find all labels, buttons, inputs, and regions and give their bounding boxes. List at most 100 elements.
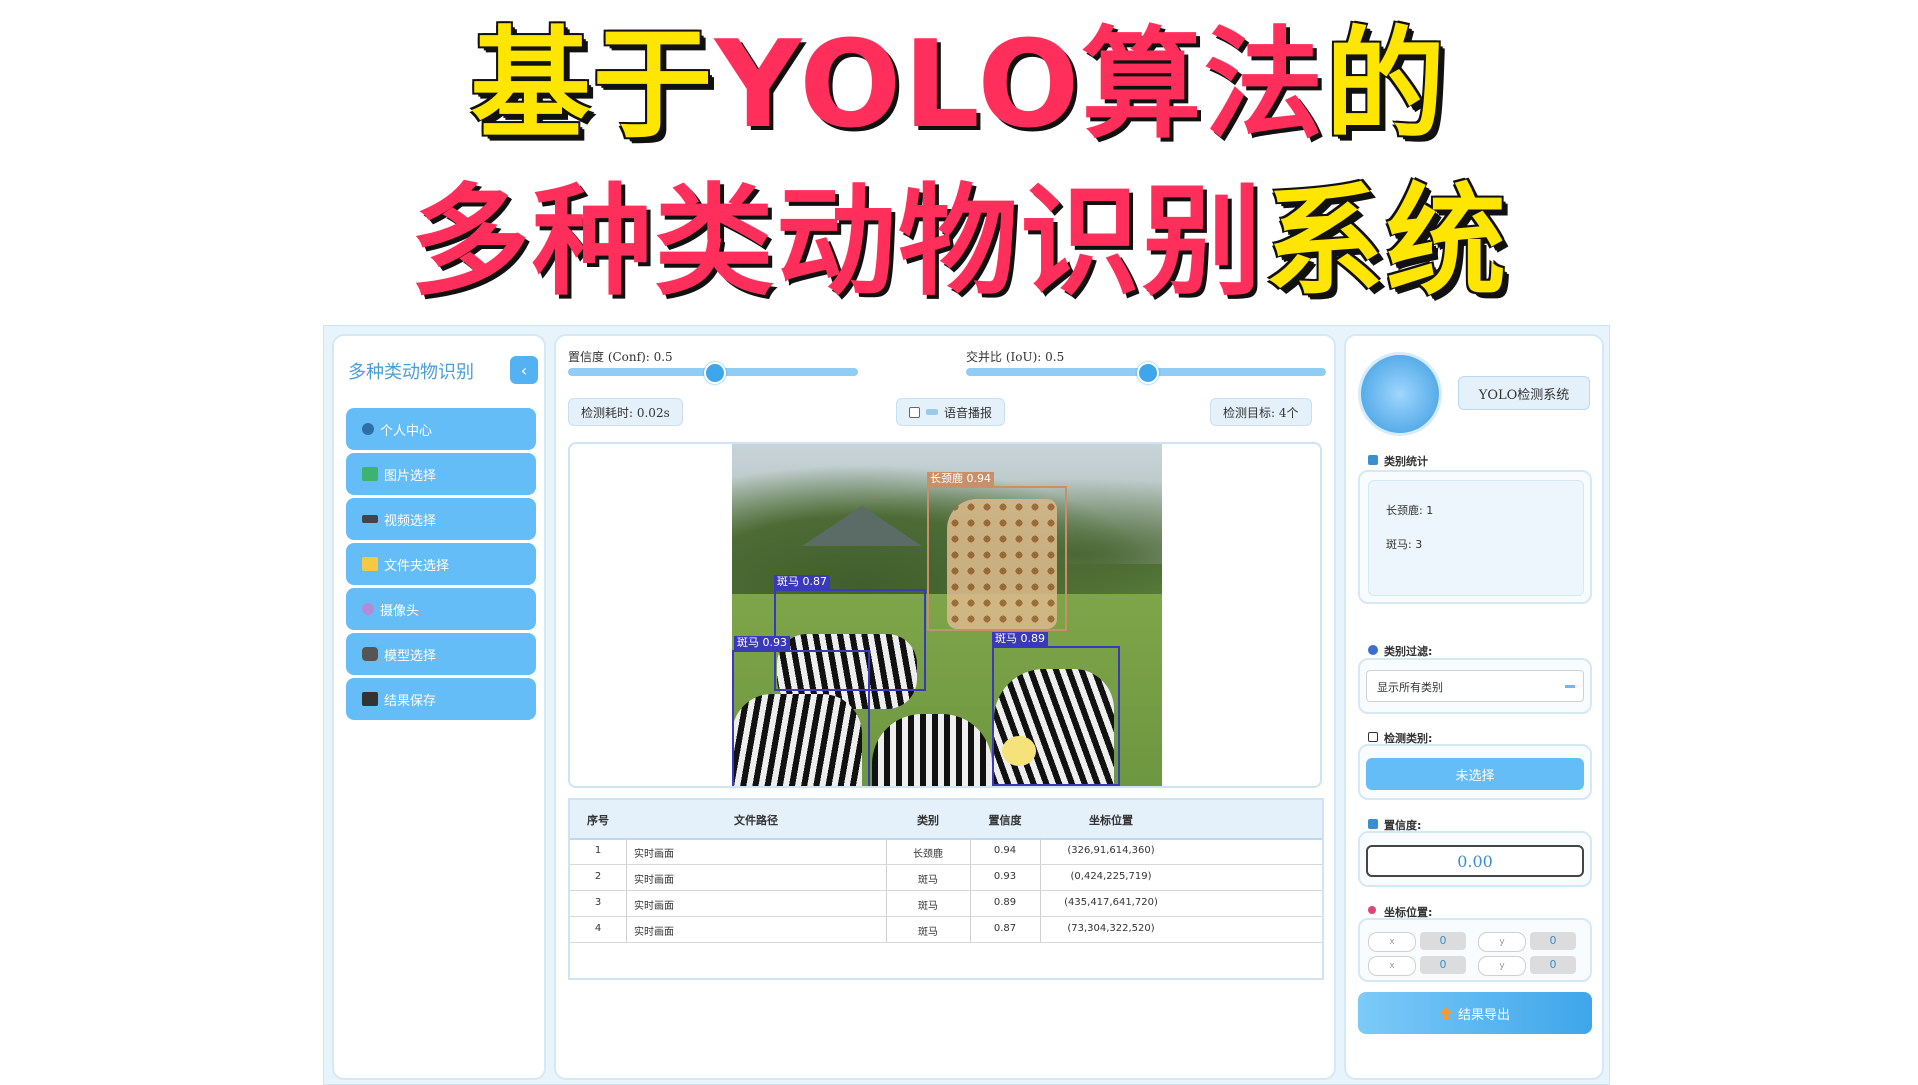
table-row[interactable]: 4 实时画面 斑马 0.87 (73,304,322,520) (570, 916, 1322, 943)
cell-class: 斑马 (918, 927, 938, 938)
stats-box: 长颈鹿: 1 斑马: 3 (1358, 470, 1592, 604)
sidebar-item-camera[interactable]: 摄像头 (346, 588, 536, 630)
sidebar-item-model[interactable]: 模型选择 (346, 633, 536, 675)
export-button[interactable]: 结果导出 (1358, 992, 1592, 1034)
coord-value: 0 (1530, 956, 1576, 974)
checkbox-icon[interactable] (909, 406, 920, 418)
coord-value: 0 (1420, 956, 1466, 974)
sidebar-item-label: 文件夹选择 (384, 558, 450, 574)
checkbox-icon (1368, 732, 1378, 742)
save-icon (362, 692, 378, 706)
voice-label: 语音播报 (944, 405, 993, 420)
dropdown-icon[interactable] (1565, 685, 1575, 688)
camera-frame: 长颈鹿 0.94 斑马 0.87 斑马 0.93 斑马 0.89 (732, 444, 1162, 786)
model-icon (362, 647, 378, 661)
cell-confidence: 0.87 (993, 923, 1017, 934)
cell-class: 斑马 (918, 901, 938, 912)
user-icon (362, 423, 374, 435)
sidebar-item-label: 模型选择 (384, 648, 437, 664)
results-table: 序号 文件路径 类别 置信度 坐标位置 1 实时画面 长颈鹿 0.94 (326… (568, 798, 1324, 980)
video-icon (362, 515, 378, 523)
detection-label: 长颈鹿 0.94 (927, 472, 994, 486)
sidebar-item-profile[interactable]: 个人中心 (346, 408, 536, 450)
sidebar-item-label: 图片选择 (384, 468, 437, 484)
pin-icon (1368, 906, 1376, 914)
upload-icon (1439, 1007, 1452, 1019)
cell-class: 长颈鹿 (913, 849, 943, 860)
cell-coords: (73,304,322,520) (1067, 923, 1155, 934)
detection-box: 斑马 0.89 (992, 632, 1120, 786)
chart-icon (1368, 455, 1378, 465)
sidebar-item-label: 视频选择 (384, 513, 437, 529)
detection-box: 长颈鹿 0.94 (927, 472, 1067, 631)
sidebar-item-label: 摄像头 (380, 603, 420, 619)
detection-box: 斑马 0.93 (732, 636, 870, 786)
coord-label: x (1368, 932, 1416, 952)
table-row[interactable]: 1 实时画面 长颈鹿 0.94 (326,91,614,360) (570, 838, 1322, 865)
cell-path: 实时画面 (634, 875, 674, 886)
conf-label: 置信度 (Conf): 0.5 (568, 350, 673, 364)
conf-slider-handle[interactable] (704, 362, 726, 384)
sidebar-title: 多种类动物识别 (348, 362, 474, 383)
cell-confidence: 0.94 (993, 845, 1017, 856)
cell-path: 实时画面 (634, 927, 674, 938)
banner-line-2: 多种类动物识别系统 (0, 175, 1918, 310)
banner-text-1a: 基于 (470, 16, 715, 155)
filter-title: 类别过滤: (1384, 645, 1433, 658)
detection-label: 斑马 0.87 (774, 575, 830, 589)
banner-text-1b: YOLO算法 (714, 16, 1326, 155)
conf-value: 0.00 (1366, 845, 1584, 877)
voice-toggle[interactable]: 语音播报 (896, 398, 1006, 426)
promo-banner: 基于YOLO算法的 多种类动物识别系统 (0, 0, 1918, 320)
cell-class: 斑马 (918, 875, 938, 886)
banner-text-2a: 多种类动物识别 (410, 173, 1264, 312)
detection-view: 长颈鹿 0.94 斑马 0.87 斑马 0.93 斑马 0.89 (568, 442, 1322, 788)
sidebar-item-save[interactable]: 结果保存 (346, 678, 536, 720)
sidebar-item-label: 个人中心 (380, 423, 433, 439)
table-row[interactable]: 2 实时画面 斑马 0.93 (0,424,225,719) (570, 864, 1322, 891)
chevron-left-icon[interactable]: ‹ (510, 356, 538, 384)
banner-text-2b: 系统 (1264, 173, 1508, 312)
sidebar-item-video[interactable]: 视频选择 (346, 498, 536, 540)
app-window: 多种类动物识别 ‹ 个人中心 图片选择 视频选择 文件夹选择 摄像头 模型选择 (323, 325, 1610, 1085)
filter-box: 显示所有类别 (1358, 658, 1592, 714)
table-header: 序号 文件路径 类别 置信度 坐标位置 (570, 800, 1322, 840)
coord-value: 0 (1530, 932, 1576, 950)
table-row[interactable]: 3 实时画面 斑马 0.89 (435,417,641,720) (570, 890, 1322, 917)
cell-confidence: 0.89 (993, 897, 1017, 908)
col-header: 坐标位置 (1089, 814, 1133, 827)
cell-coords: (326,91,614,360) (1067, 845, 1155, 856)
cell-path: 实时画面 (634, 849, 674, 860)
folder-icon (362, 557, 378, 571)
detect-class-button[interactable]: 未选择 (1366, 758, 1584, 790)
system-label: YOLO检测系统 (1458, 376, 1590, 410)
col-header: 类别 (917, 814, 939, 827)
iou-label: 交并比 (IoU): 0.5 (966, 350, 1065, 364)
coord-label: y (1478, 956, 1526, 976)
sidebar-item-label: 结果保存 (384, 693, 437, 709)
cell-index: 1 (594, 845, 602, 856)
export-label: 结果导出 (1457, 1007, 1510, 1023)
main-panel: 置信度 (Conf): 0.5 交并比 (IoU): 0.5 检测耗时: 0.0… (554, 334, 1336, 1080)
camera-icon (362, 603, 374, 615)
detection-label: 斑马 0.93 (734, 636, 790, 650)
search-icon (1368, 645, 1378, 655)
chart-icon (1368, 819, 1378, 829)
iou-slider-handle[interactable] (1137, 362, 1159, 384)
sidebar-item-image[interactable]: 图片选择 (346, 453, 536, 495)
mascot-logo-icon (1358, 352, 1442, 436)
coord-label: x (1368, 956, 1416, 976)
banner-text-1c: 的 (1325, 16, 1448, 155)
stat-item: 斑马: 3 (1386, 538, 1423, 551)
detection-label: 斑马 0.89 (992, 632, 1048, 646)
sidebar-item-folder[interactable]: 文件夹选择 (346, 543, 536, 585)
target-chip: 检测目标: 4个 (1210, 398, 1312, 426)
coord-value: 0 (1420, 932, 1466, 950)
cell-confidence: 0.93 (993, 871, 1017, 882)
cell-path: 实时画面 (634, 901, 674, 912)
banner-line-1: 基于YOLO算法的 (0, 18, 1918, 153)
col-header: 序号 (587, 814, 609, 827)
time-chip: 检测耗时: 0.02s (568, 398, 683, 426)
class-filter-select[interactable]: 显示所有类别 (1366, 670, 1584, 702)
coord-label: y (1478, 932, 1526, 952)
